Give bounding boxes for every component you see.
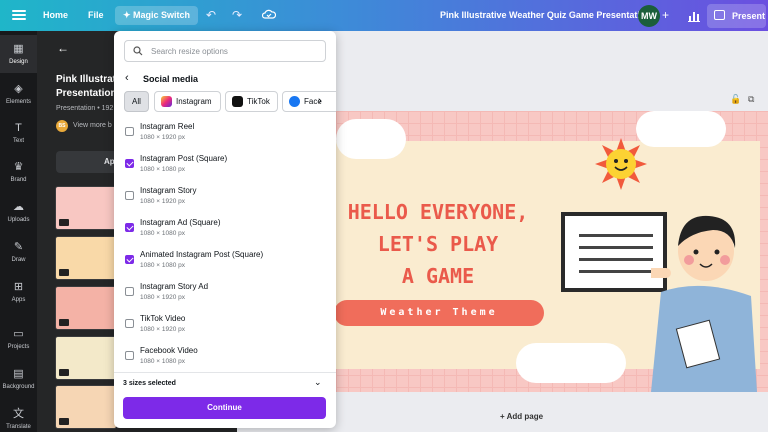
cloud-illustration (636, 111, 726, 147)
option-checkbox[interactable] (125, 159, 134, 168)
magic-switch-label: Magic Switch (133, 10, 191, 20)
template-subtitle: Presentation • 192 (56, 105, 114, 112)
resize-dropdown: ‹ Social media All Instagram TikTok Face… (114, 31, 336, 428)
duplicate-icon[interactable]: ⧉ (748, 94, 754, 105)
projects-icon: ▭ (13, 328, 24, 340)
chip-instagram[interactable]: Instagram (154, 91, 221, 112)
draw-icon: ✎ (13, 241, 24, 253)
add-page-button[interactable]: + Add page (500, 412, 543, 421)
present-label: Present (732, 11, 766, 21)
rail-item-projects[interactable]: ▭ Projects (0, 328, 37, 350)
chip-all[interactable]: All (124, 91, 149, 112)
lock-icon[interactable]: 🔓 (730, 94, 741, 105)
text-icon: T (15, 122, 22, 134)
brand-icon: ♛ (13, 161, 24, 173)
chevron-down-icon[interactable]: ⌄ (314, 377, 322, 388)
chevron-right-icon[interactable]: › (318, 95, 322, 107)
rail-item-elements[interactable]: ◈ Elements (0, 83, 37, 105)
continue-button[interactable]: Continue (123, 397, 326, 419)
chevron-left-icon[interactable]: ‹ (125, 72, 129, 84)
slide-thumbnail[interactable] (55, 186, 117, 230)
theme-banner[interactable]: Weather Theme (334, 300, 544, 326)
option-checkbox[interactable] (125, 287, 134, 296)
resize-option[interactable]: Facebook Video 1080 × 1080 px (114, 343, 336, 375)
resize-option[interactable]: Instagram Reel 1080 × 1920 px (114, 119, 336, 151)
top-bar: Home File ✦ Magic Switch ↶ ↷ Pink Illust… (0, 0, 768, 31)
option-checkbox[interactable] (125, 127, 134, 136)
resize-option[interactable]: Instagram Story 1080 × 1920 px (114, 183, 336, 215)
option-checkbox[interactable] (125, 223, 134, 232)
video-icon (59, 369, 69, 376)
slide-thumbnail[interactable] (55, 385, 117, 429)
video-icon (59, 319, 69, 326)
selected-count: 3 sizes selected (123, 380, 176, 387)
resize-option[interactable]: TikTok Video 1080 × 1920 px (114, 311, 336, 343)
option-checkbox[interactable] (125, 319, 134, 328)
category-title: Social media (143, 74, 199, 84)
cloud-illustration (336, 119, 406, 159)
slide-thumbnail[interactable] (55, 286, 117, 330)
sparkle-icon: ✦ (123, 10, 134, 20)
cloud-illustration (516, 343, 626, 383)
resize-search[interactable] (124, 40, 326, 62)
resize-option[interactable]: Instagram Post (Square) 1080 × 1080 px (114, 151, 336, 183)
slide-thumbnail[interactable] (55, 236, 117, 280)
view-more-link[interactable]: View more b (73, 122, 112, 129)
search-input[interactable] (151, 44, 321, 59)
add-collaborator-icon[interactable]: + (662, 8, 669, 22)
facebook-icon (289, 96, 300, 108)
redo-icon[interactable]: ↷ (230, 8, 244, 22)
resize-option[interactable]: Instagram Ad (Square) 1080 × 1080 px (114, 215, 336, 247)
option-checkbox[interactable] (125, 351, 134, 360)
design-icon: ▦ (13, 43, 24, 55)
tiktok-icon (232, 96, 243, 108)
video-icon (59, 219, 69, 226)
home-button[interactable]: Home (37, 6, 74, 25)
side-rail: ▦ Design ◈ Elements T Text ♛ Brand ☁ Uploads … (0, 31, 37, 432)
rail-item-draw[interactable]: ✎ Draw (0, 241, 37, 263)
rail-item-background[interactable]: ▤ Background (0, 368, 37, 390)
divider (114, 372, 336, 373)
avatar[interactable]: MW (638, 5, 660, 27)
translate-icon: 文 (13, 408, 24, 420)
rail-item-apps[interactable]: ⊞ Apps (0, 281, 37, 303)
chip-facebook[interactable]: Face (282, 91, 336, 112)
apps-icon: ⊞ (13, 281, 24, 293)
menu-icon[interactable] (12, 8, 26, 22)
filter-chips: All Instagram TikTok Face (124, 91, 336, 113)
back-arrow-icon[interactable]: ← (57, 41, 69, 55)
rail-item-translate[interactable]: 文 Translate (0, 408, 37, 430)
rail-item-uploads[interactable]: ☁ Uploads (0, 201, 37, 223)
elements-icon: ◈ (14, 83, 23, 95)
background-icon: ▤ (13, 368, 24, 380)
rail-item-brand[interactable]: ♛ Brand (0, 161, 37, 183)
resize-option[interactable]: Animated Instagram Post (Square) 1080 × … (114, 247, 336, 279)
uploads-icon: ☁ (13, 201, 24, 213)
option-checkbox[interactable] (125, 255, 134, 264)
chip-tiktok[interactable]: TikTok (225, 91, 278, 112)
option-checkbox[interactable] (125, 191, 134, 200)
present-icon (714, 10, 725, 20)
slide-thumbnail[interactable] (55, 336, 117, 380)
slide-heading[interactable]: HELLO EVERYONE, LET'S PLAY A GAME (330, 196, 546, 292)
boy-illustration (611, 196, 759, 392)
document-title[interactable]: Pink Illustrative Weather Quiz Game Pres… (440, 10, 651, 20)
undo-icon[interactable]: ↶ (204, 8, 218, 22)
rail-item-text[interactable]: T Text (0, 122, 37, 144)
video-icon (59, 418, 69, 425)
instagram-icon (161, 96, 172, 108)
resize-option[interactable]: Instagram Story Ad 1080 × 1920 px (114, 279, 336, 311)
insights-icon[interactable] (684, 7, 704, 25)
video-icon (59, 269, 69, 276)
magic-switch-button[interactable]: ✦ Magic Switch (115, 6, 199, 25)
rail-item-design[interactable]: ▦ Design (0, 35, 37, 73)
sun-illustration (595, 138, 647, 190)
author-avatar: BS (56, 120, 68, 132)
file-menu-button[interactable]: File (82, 6, 110, 25)
cloud-save-icon[interactable] (261, 8, 277, 22)
search-icon (133, 46, 143, 56)
